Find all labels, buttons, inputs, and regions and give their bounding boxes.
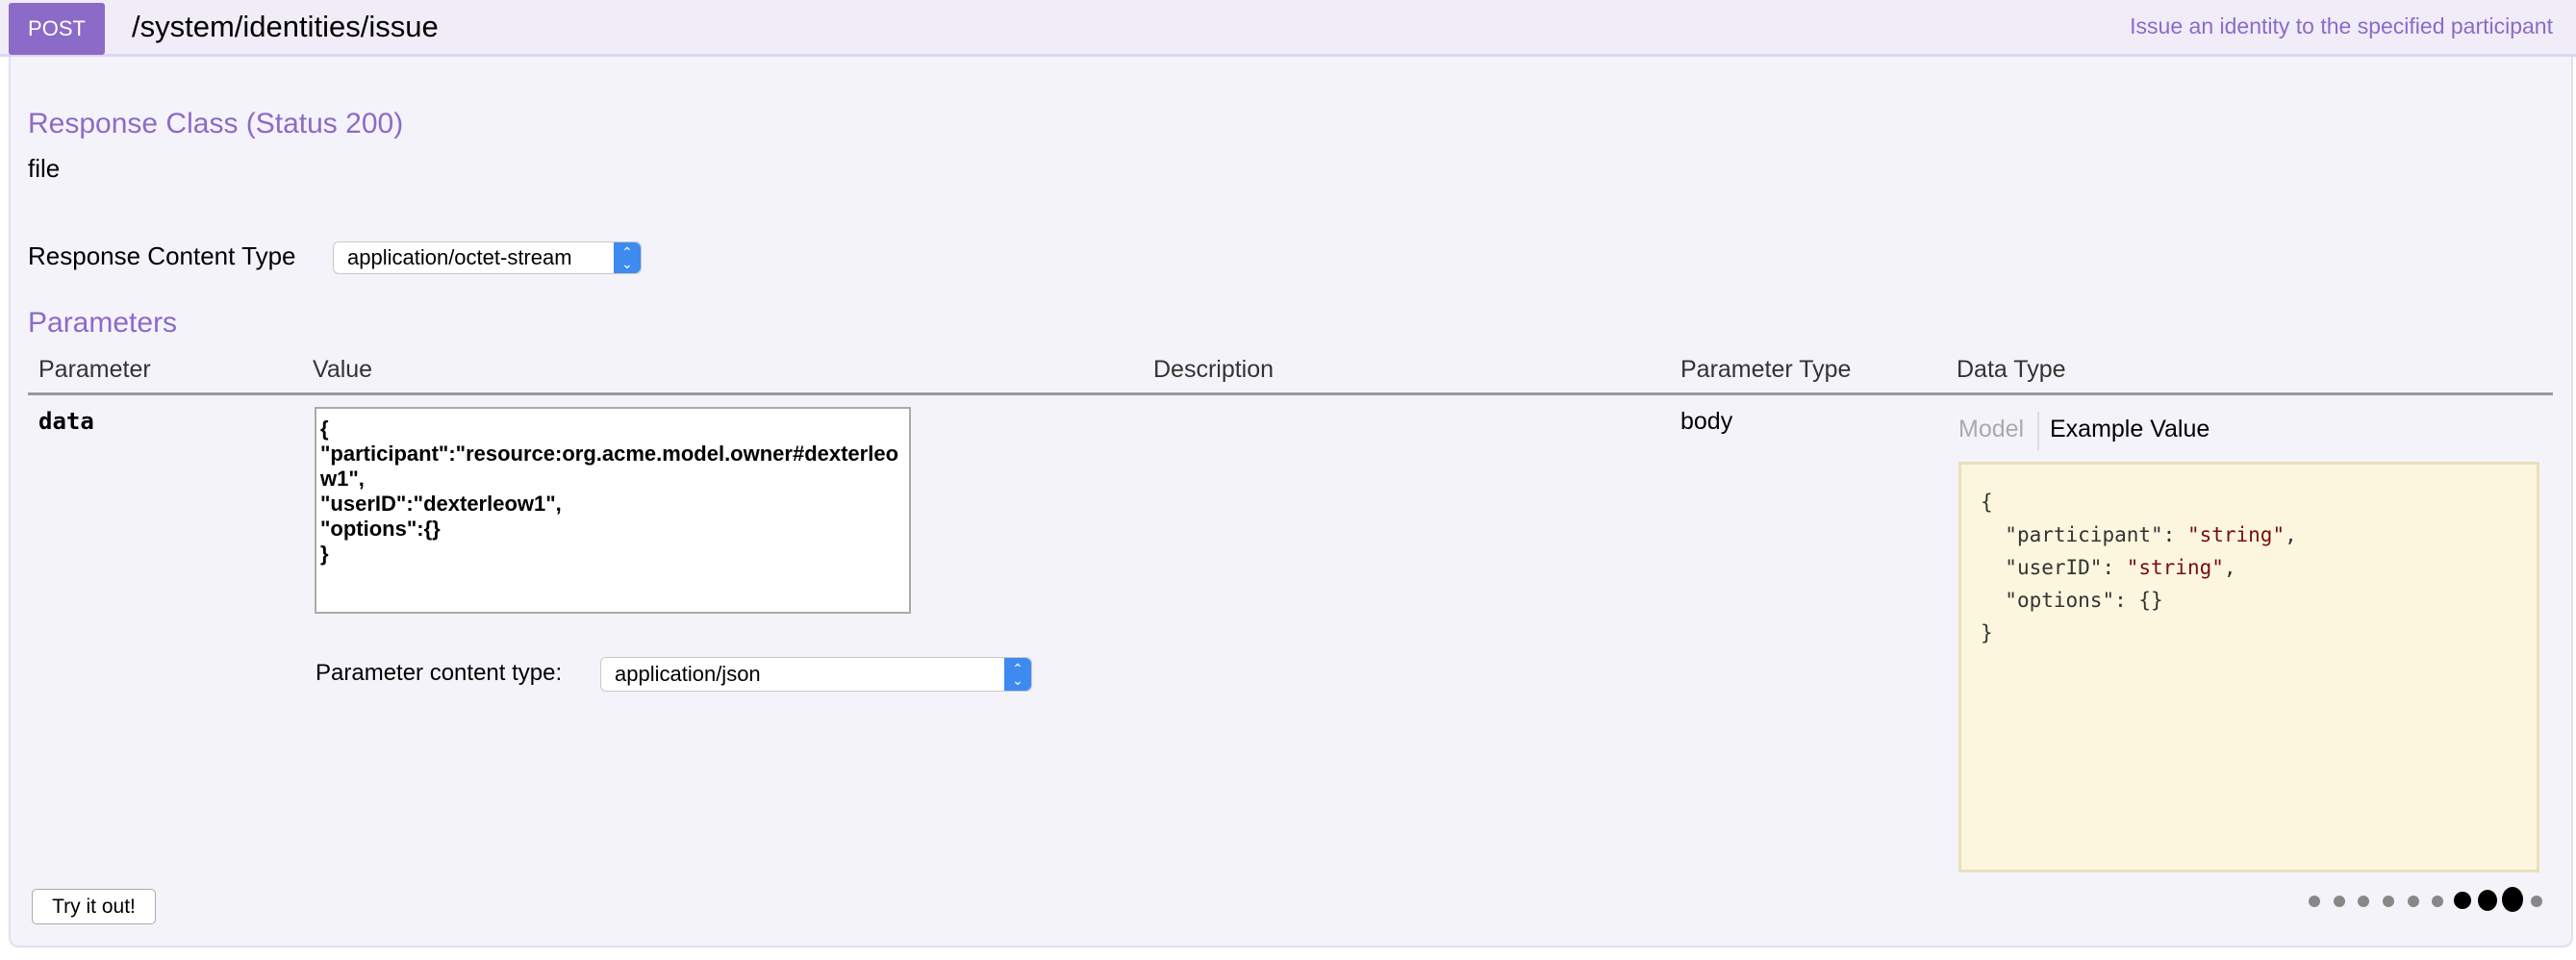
- dot-icon: [2454, 892, 2471, 909]
- column-header-parameter: Parameter: [38, 356, 151, 383]
- response-class-value: file: [28, 154, 61, 183]
- column-header-data-type: Data Type: [1957, 356, 2066, 383]
- column-header-parameter-type: Parameter Type: [1680, 356, 1852, 383]
- example-value-box[interactable]: { "participant": "string", "userID": "st…: [1958, 462, 2539, 872]
- table-header-divider: [28, 392, 2553, 395]
- tab-divider: [2037, 412, 2039, 450]
- select-value: application/json: [615, 662, 761, 686]
- column-header-value: Value: [313, 356, 373, 383]
- json-open: {: [1981, 491, 1993, 514]
- column-header-description: Description: [1153, 356, 1275, 383]
- select-value: application/octet-stream: [347, 245, 572, 269]
- operation-header[interactable]: POST /system/identities/issue Issue an i…: [0, 0, 2576, 57]
- endpoint-path[interactable]: /system/identities/issue: [132, 8, 439, 46]
- dot-icon: [2383, 896, 2394, 907]
- parameter-content-type-select[interactable]: application/json ⌃ ⌄: [600, 657, 1032, 692]
- endpoint-summary[interactable]: Issue an identity to the specified parti…: [2130, 13, 2553, 39]
- dot-icon: [2358, 896, 2369, 907]
- tab-example-value[interactable]: Example Value: [2050, 416, 2210, 443]
- dot-icon: [2478, 890, 2497, 911]
- dot-icon: [2408, 896, 2419, 907]
- http-method-badge: POST: [9, 3, 105, 55]
- json-string: "string": [2186, 523, 2286, 546]
- parameter-content-type-label: Parameter content type:: [316, 660, 563, 686]
- json-string: "string": [2126, 556, 2224, 579]
- parameter-value-textarea[interactable]: { "participant":"resource:org.acme.model…: [315, 407, 911, 614]
- dot-icon: [2502, 887, 2523, 912]
- parameter-type: body: [1680, 408, 1733, 435]
- json-key: "options": {}: [2005, 589, 2163, 612]
- parameters-heading: Parameters: [28, 307, 178, 339]
- dot-icon: [2334, 896, 2345, 907]
- parameter-name: data: [38, 408, 94, 435]
- tab-model[interactable]: Model: [1958, 416, 2024, 443]
- json-close: }: [1981, 621, 1993, 644]
- try-it-out-button[interactable]: Try it out!: [32, 889, 156, 924]
- chevron-updown-icon: ⌃ ⌄: [1004, 658, 1031, 691]
- chevron-updown-icon: ⌃ ⌄: [614, 242, 641, 273]
- response-content-type-label: Response Content Type: [28, 241, 296, 270]
- json-key: "userID":: [2005, 556, 2127, 579]
- response-content-type-select[interactable]: application/octet-stream ⌃ ⌄: [333, 241, 642, 274]
- dot-icon: [2531, 896, 2542, 907]
- json-key: "participant":: [2005, 523, 2187, 546]
- response-class-heading: Response Class (Status 200): [28, 108, 404, 139]
- dot-icon: [2432, 896, 2443, 907]
- dot-icon: [2309, 896, 2320, 907]
